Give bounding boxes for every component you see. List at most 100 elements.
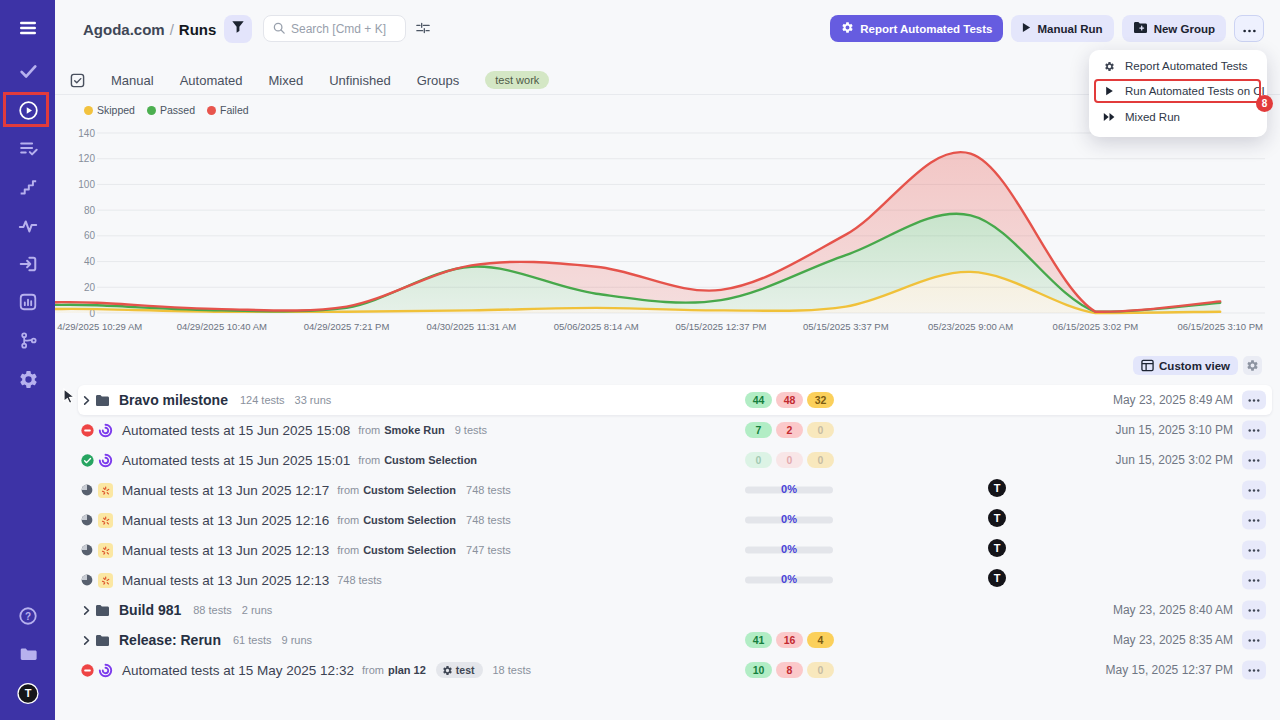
tab-mixed[interactable]: Mixed	[269, 73, 304, 88]
search-input[interactable]	[291, 22, 396, 36]
tab-automated[interactable]: Automated	[180, 73, 243, 88]
tab-groups[interactable]: Groups	[417, 73, 460, 88]
expand-chevron-icon[interactable]	[81, 635, 95, 646]
run-date: Jun 15, 2025 3:10 PM	[1116, 423, 1233, 437]
badge-passed: 7	[745, 422, 772, 438]
app-root: ? T Agoda.com/Runs Report Automated Test…	[0, 0, 1280, 720]
result-badges: 720	[745, 422, 834, 438]
run-row[interactable]: Manual tests at 13 Jun 2025 12:13fromCus…	[55, 535, 1280, 565]
sidebar-item-activity[interactable]	[17, 215, 39, 237]
row-more-button[interactable]	[1242, 571, 1266, 590]
sidebar-item-imports[interactable]	[17, 253, 39, 275]
run-row[interactable]: Manual tests at 13 Jun 2025 12:13748 tes…	[55, 565, 1280, 595]
sidebar-item-steps[interactable]	[17, 176, 39, 198]
progress-bar: 0%	[745, 487, 833, 494]
group-name[interactable]: Build 981	[119, 602, 181, 618]
row-more-button[interactable]	[1242, 601, 1266, 620]
run-row[interactable]: Automated tests at 15 Jun 2025 15:01from…	[55, 445, 1280, 475]
badge-skipped: 0	[807, 422, 834, 438]
legend-passed[interactable]: Passed	[147, 104, 195, 116]
assignee-avatar[interactable]: T	[988, 479, 1006, 501]
menu-item-report-automated-tests[interactable]: Report Automated Tests	[1089, 53, 1267, 79]
new-group-button[interactable]: New Group	[1122, 15, 1226, 42]
run-row[interactable]: Automated tests at 15 May 2025 12:32from…	[55, 655, 1280, 685]
sidebar-item-settings[interactable]	[17, 368, 39, 390]
automated-run-icon	[98, 453, 122, 468]
breadcrumb-project[interactable]: Agoda.com	[83, 21, 165, 38]
tab-unfinished[interactable]: Unfinished	[329, 73, 390, 88]
svg-text:140: 140	[78, 128, 95, 139]
run-source[interactable]: Custom Selection	[363, 484, 456, 496]
legend-skipped[interactable]: Skipped	[84, 104, 135, 116]
row-more-button[interactable]	[1242, 451, 1266, 470]
badge-skipped: 0	[807, 452, 834, 468]
custom-view-button[interactable]: Custom view	[1133, 356, 1238, 375]
group-name[interactable]: Release: Rerun	[119, 632, 221, 648]
row-more-button[interactable]	[1242, 421, 1266, 440]
filter-button[interactable]	[224, 15, 252, 43]
sidebar-item-reports[interactable]	[17, 291, 39, 313]
expand-chevron-icon[interactable]	[81, 605, 95, 616]
view-settings-icon[interactable]	[415, 21, 431, 39]
group-runs-count: 2 runs	[242, 604, 273, 616]
run-source[interactable]: plan 12	[388, 664, 426, 676]
expand-chevron-icon[interactable]	[81, 395, 95, 406]
group-name[interactable]: Bravo milestone	[119, 392, 228, 408]
view-gear-icon[interactable]	[1243, 356, 1262, 375]
group-row[interactable]: Release: Rerun61 tests9 runs41164May 23,…	[55, 625, 1280, 655]
status-pending-icon	[81, 574, 98, 586]
run-row[interactable]: Manual tests at 13 Jun 2025 12:17fromCus…	[55, 475, 1280, 505]
menu-item-mixed-run[interactable]: Mixed Run	[1089, 104, 1267, 130]
run-title[interactable]: Manual tests at 13 Jun 2025 12:13	[122, 573, 329, 588]
badge-skipped: 32	[807, 392, 834, 408]
more-actions-button[interactable]	[1234, 15, 1264, 42]
svg-text:80: 80	[84, 205, 96, 216]
assignee-avatar[interactable]: T	[988, 539, 1006, 561]
help-icon[interactable]: ?	[17, 605, 39, 627]
svg-text:100: 100	[78, 179, 95, 190]
run-row[interactable]: Automated tests at 15 Jun 2025 15:08from…	[55, 415, 1280, 445]
badge-passed: 41	[745, 632, 772, 648]
row-more-button[interactable]	[1242, 511, 1266, 530]
row-more-button[interactable]	[1242, 391, 1266, 410]
run-title[interactable]: Manual tests at 13 Jun 2025 12:13	[122, 543, 329, 558]
tag-test-work[interactable]: test work	[485, 71, 549, 89]
row-more-button[interactable]	[1242, 541, 1266, 560]
run-title[interactable]: Automated tests at 15 Jun 2025 15:01	[122, 453, 350, 468]
svg-text:05/15/2025 3:37 PM: 05/15/2025 3:37 PM	[803, 321, 889, 332]
group-row[interactable]: Bravo milestone124 tests33 runs444832May…	[55, 385, 1280, 415]
run-title[interactable]: Automated tests at 15 Jun 2025 15:08	[122, 423, 350, 438]
row-more-button[interactable]	[1242, 661, 1266, 680]
search-box[interactable]	[263, 15, 406, 42]
run-source[interactable]: Custom Selection	[363, 544, 456, 556]
row-more-button[interactable]	[1242, 481, 1266, 500]
run-tests-count: 18 tests	[493, 664, 532, 676]
assignee-avatar[interactable]: T	[988, 509, 1006, 531]
run-source[interactable]: Custom Selection	[384, 454, 477, 466]
run-source[interactable]: Custom Selection	[363, 514, 456, 526]
sidebar-item-plans[interactable]	[17, 137, 39, 159]
manual-run-button[interactable]: Manual Run	[1011, 15, 1113, 42]
menu-toggle-icon[interactable]	[17, 17, 39, 39]
sidebar-item-projects[interactable]	[17, 643, 39, 665]
row-more-button[interactable]	[1242, 631, 1266, 650]
run-tag[interactable]: test	[436, 662, 483, 678]
row-main: Manual tests at 13 Jun 2025 12:17fromCus…	[81, 475, 521, 505]
runs-checklist-icon[interactable]	[70, 73, 85, 88]
workspace-avatar[interactable]: T	[17, 682, 39, 704]
legend-failed[interactable]: Failed	[207, 104, 249, 116]
run-tests-count: 748 tests	[466, 514, 511, 526]
run-title[interactable]: Manual tests at 13 Jun 2025 12:17	[122, 483, 329, 498]
ellipsis-icon	[1243, 23, 1256, 35]
run-title[interactable]: Manual tests at 13 Jun 2025 12:16	[122, 513, 329, 528]
assignee-avatar[interactable]: T	[988, 569, 1006, 591]
sidebar-item-branches[interactable]	[17, 329, 39, 351]
run-source[interactable]: Smoke Run	[384, 424, 445, 436]
badge-failed: 48	[776, 392, 803, 408]
tab-manual[interactable]: Manual	[111, 73, 154, 88]
sidebar-item-tests[interactable]	[17, 60, 39, 82]
report-automated-tests-button[interactable]: Report Automated Tests	[830, 15, 1003, 42]
run-row[interactable]: Manual tests at 13 Jun 2025 12:16fromCus…	[55, 505, 1280, 535]
group-row[interactable]: Build 98188 tests2 runsMay 23, 2025 8:40…	[55, 595, 1280, 625]
run-title[interactable]: Automated tests at 15 May 2025 12:32	[122, 663, 354, 678]
